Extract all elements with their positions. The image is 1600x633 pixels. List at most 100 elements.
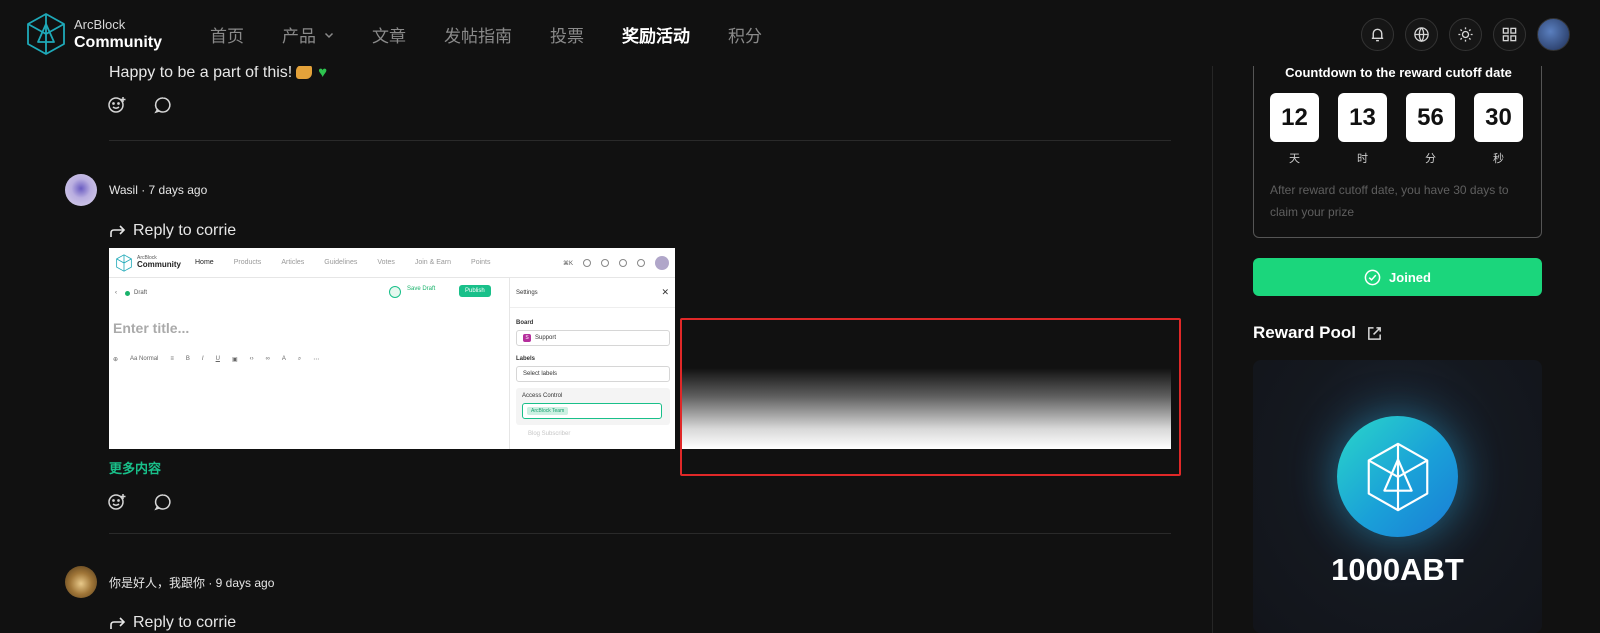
nav-home[interactable]: 首页 <box>210 22 244 47</box>
reply-icon <box>110 617 126 629</box>
countdown-unit: 天 <box>1289 153 1300 165</box>
reward-pool-card: 1000ABT <box>1253 360 1542 633</box>
comment-header: 你是好人，我跟你 · 9 days ago <box>65 566 274 598</box>
comment-meta: 你是好人，我跟你 · 9 days ago <box>109 575 275 590</box>
comment-icon[interactable] <box>153 95 173 115</box>
countdown-row: 12 天 13 时 56 分 30 秒 <box>1270 93 1523 166</box>
sidebar-divider <box>1212 66 1213 633</box>
reply-link[interactable]: Reply to corrie <box>109 222 236 240</box>
comment-actions <box>107 95 173 115</box>
more-content-link[interactable]: 更多内容 <box>109 458 161 477</box>
logo-small-text: ArcBlock <box>74 16 126 32</box>
embedded-settings-header: Settings ✕ <box>510 278 675 308</box>
embedded-search-shortcut: ⌘K <box>562 260 573 267</box>
globe-icon <box>1414 27 1429 43</box>
countdown-unit: 分 <box>1425 153 1436 165</box>
nav-rewards[interactable]: 奖励活动 <box>622 22 690 47</box>
embedded-title-placeholder: Enter title... <box>113 320 190 336</box>
joined-label: Joined <box>1389 269 1431 285</box>
countdown-unit: 秒 <box>1493 153 1504 165</box>
avatar[interactable] <box>65 174 97 206</box>
emoji-add-icon[interactable] <box>107 492 127 512</box>
reply-label: Reply to corrie <box>133 614 237 631</box>
sun-icon <box>1458 27 1473 42</box>
countdown-title: Countdown to the reward cutoff date <box>1285 65 1512 80</box>
embedded-screenshot[interactable]: ArcBlock Community Home Products Article… <box>109 248 675 449</box>
embedded-nav-home: Home <box>195 259 214 266</box>
embedded-avatar <box>655 256 669 270</box>
countdown-value: 12 <box>1270 93 1319 142</box>
embedded-access-control: Access Control ArcBlock Team Blog Subscr… <box>516 388 670 437</box>
grid-icon <box>1502 27 1517 42</box>
countdown-days: 12 天 <box>1270 93 1319 166</box>
check-circle-icon <box>1364 269 1381 285</box>
embedded-history-icon <box>389 286 401 298</box>
countdown-unit: 时 <box>1357 153 1368 165</box>
embedded-close-icon: ✕ <box>661 287 669 297</box>
header-actions <box>1361 18 1570 51</box>
top-header: ArcBlock Community 首页 产品 文章 发帖指南 投票 奖励活动… <box>0 0 1600 66</box>
countdown-seconds: 30 秒 <box>1474 93 1523 166</box>
highlight-box <box>680 318 1181 476</box>
embedded-logo-text: ArcBlock Community <box>137 254 181 269</box>
embedded-bell-icon <box>601 259 609 267</box>
embedded-nav-votes: Votes <box>377 259 395 266</box>
joined-button[interactable]: Joined <box>1253 258 1542 296</box>
language-button[interactable] <box>1405 18 1438 51</box>
reply-link[interactable]: Reply to corrie <box>109 614 236 632</box>
emoji-add-icon[interactable] <box>107 95 127 115</box>
nav-products[interactable]: 产品 <box>282 22 334 47</box>
embedded-nav: ArcBlock Community Home Products Article… <box>109 248 675 278</box>
reward-pool-title: Reward Pool <box>1253 323 1356 342</box>
embedded-publish-button: Publish <box>459 285 491 297</box>
logo-text: ArcBlock Community <box>74 18 162 51</box>
embedded-draft-status: Draft <box>134 290 148 296</box>
main-nav: 首页 产品 文章 发帖指南 投票 奖励活动 积分 <box>210 22 800 47</box>
countdown-note: After reward cutoff date, you have 30 da… <box>1270 183 1509 219</box>
embedded-settings-panel: Settings ✕ Board S Support Labels Select … <box>509 278 675 449</box>
chevron-down-icon <box>324 32 334 38</box>
countdown-minutes: 56 分 <box>1406 93 1455 166</box>
nav-points[interactable]: 积分 <box>728 22 762 47</box>
embedded-header-icons: ⌘K <box>563 256 669 270</box>
embedded-grid-icon <box>637 259 645 267</box>
embedded-draft-dot <box>125 290 130 296</box>
bell-icon <box>1371 28 1384 42</box>
comment-text: Happy to be a part of this! ♥ <box>109 64 328 81</box>
flexed-biceps-emoji <box>296 65 313 79</box>
embedded-nav-products: Products <box>233 259 262 266</box>
embedded-nav-articles: Articles <box>281 259 305 266</box>
abt-token-icon <box>1337 416 1458 537</box>
nav-articles[interactable]: 文章 <box>372 22 406 47</box>
countdown-value: 56 <box>1406 93 1455 142</box>
embedded-save-draft: Save Draft <box>407 286 436 292</box>
site-logo[interactable]: ArcBlock Community <box>26 12 162 56</box>
embedded-labels-select: Select labels <box>516 366 670 382</box>
comment-meta: Wasil · 7 days ago <box>109 183 208 197</box>
embedded-toolbar: ⊕ Aa Normal ≡ B I U ▣ ‹› ∞ A ⌕ ⋯ <box>113 356 320 363</box>
countdown-value: 13 <box>1338 93 1387 142</box>
embedded-nav-guidelines: Guidelines <box>324 259 358 266</box>
external-link-icon[interactable] <box>1366 325 1383 342</box>
reward-pool-amount: 1000ABT <box>1331 552 1464 587</box>
comment-actions <box>107 492 173 512</box>
reply-icon <box>110 225 126 237</box>
divider <box>109 140 1171 141</box>
comment-icon[interactable] <box>153 492 173 512</box>
nav-votes[interactable]: 投票 <box>550 22 584 47</box>
arcblock-logo-icon <box>116 253 132 272</box>
theme-toggle-button[interactable] <box>1449 18 1482 51</box>
divider <box>109 533 1171 534</box>
avatar[interactable] <box>65 566 97 598</box>
embedded-new-icon <box>583 259 591 267</box>
embedded-board-select: S Support <box>516 330 670 346</box>
notifications-button[interactable] <box>1361 18 1394 51</box>
arcblock-logo-icon <box>27 13 65 55</box>
nav-guidelines[interactable]: 发帖指南 <box>444 22 512 47</box>
embedded-globe-icon <box>619 259 627 267</box>
comment-feed: Happy to be a part of this! ♥ Wasil · 7 d… <box>0 0 1190 633</box>
logo-big-text: Community <box>74 33 162 51</box>
apps-button[interactable] <box>1493 18 1526 51</box>
countdown-value: 30 <box>1474 93 1523 142</box>
user-avatar[interactable] <box>1537 18 1570 51</box>
